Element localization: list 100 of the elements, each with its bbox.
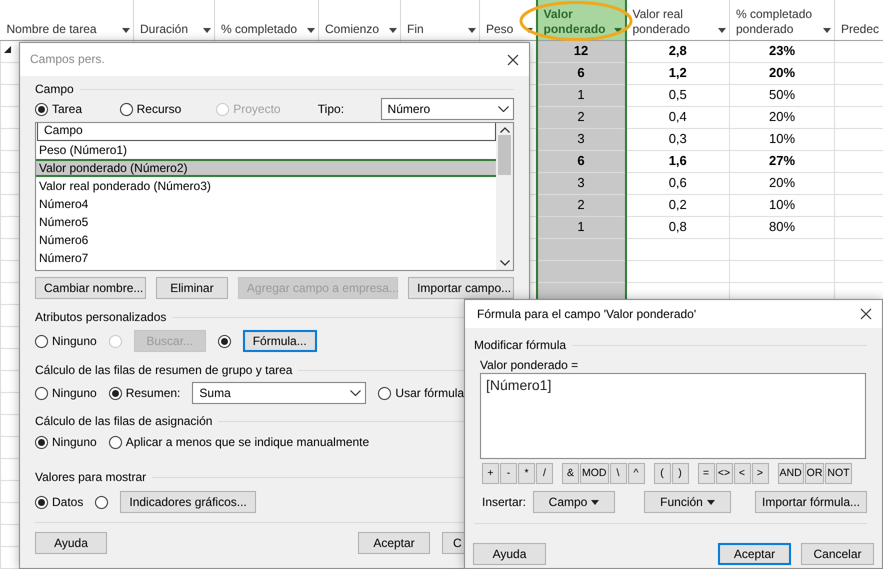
column-header[interactable]: Predec — [834, 0, 883, 40]
radio-button[interactable] — [108, 436, 122, 448]
dialog-button[interactable]: Aceptar — [718, 543, 791, 565]
list-item[interactable]: Peso (Número1) — [36, 141, 496, 159]
operator-button[interactable]: > — [752, 463, 768, 484]
radio-button[interactable] — [35, 334, 48, 348]
field-label: Valor ponderado = — [480, 358, 580, 372]
operator-button[interactable]: <> — [716, 463, 732, 484]
radio-button[interactable] — [378, 386, 392, 400]
list-item[interactable]: Número4 — [36, 195, 496, 213]
dropdown-field[interactable]: Número — [380, 98, 514, 120]
dialog-button[interactable]: Función — [644, 491, 731, 513]
radio-button[interactable] — [95, 496, 108, 508]
radio-button[interactable] — [35, 496, 48, 508]
radio-button[interactable] — [35, 436, 48, 448]
radio-button[interactable] — [218, 334, 231, 348]
operator-button[interactable]: NOT — [825, 463, 852, 484]
radio-label[interactable]: Aplicar a menos que se indique manualmente — [126, 434, 370, 450]
dialog-button[interactable]: Ayuda — [35, 532, 107, 554]
dropdown-arrow-icon[interactable] — [389, 28, 397, 32]
scrollbar[interactable] — [496, 123, 513, 270]
chevron-down-icon[interactable] — [498, 106, 510, 112]
chevron-up-icon[interactable] — [500, 127, 510, 133]
column-header[interactable]: Duración — [134, 0, 214, 40]
table-cell: 20% — [730, 106, 834, 128]
operator-button[interactable]: OR — [804, 463, 824, 484]
operator-button[interactable]: MOD — [580, 463, 608, 484]
list-item[interactable]: Número5 — [36, 213, 496, 231]
operator-button[interactable]: & — [562, 463, 579, 484]
operator-button[interactable]: / — [536, 463, 553, 484]
chevron-down-icon[interactable] — [350, 390, 362, 396]
dropdown-arrow-icon[interactable] — [203, 28, 211, 32]
table-cell: 0,2 — [626, 194, 730, 216]
radio-label[interactable]: Resumen: — [126, 386, 180, 400]
radio-label[interactable]: Tarea — [52, 102, 82, 116]
table-cell: 50% — [730, 84, 834, 106]
column-header-label: Valor real ponderado — [632, 6, 691, 36]
operator-button[interactable]: - — [500, 463, 517, 484]
table-cell: 20% — [730, 62, 834, 84]
table-cell: 0,5 — [626, 84, 730, 106]
column-header[interactable]: % completado — [214, 0, 318, 40]
dropdown-field[interactable]: Suma — [192, 382, 366, 404]
column-header-label: Peso — [486, 22, 514, 36]
operator-button[interactable]: \ — [610, 463, 626, 484]
radio-label[interactable]: Usar fórmula — [395, 386, 464, 400]
dialog-button[interactable]: Cancelar — [801, 543, 874, 565]
dialog-button[interactable]: Ayuda — [473, 543, 546, 565]
section-title: Atributos personalizados — [35, 310, 166, 324]
column-header-label: Valor ponderado — [544, 6, 606, 36]
section-title: Campo — [35, 82, 74, 96]
table-cell: 2 — [536, 194, 626, 216]
radio-button[interactable] — [108, 386, 122, 400]
column-header[interactable]: Valor real ponderado — [626, 0, 730, 40]
operator-button[interactable]: * — [518, 463, 535, 484]
operator-button[interactable]: ^ — [628, 463, 644, 484]
dropdown-arrow-icon[interactable] — [307, 28, 315, 32]
operator-button[interactable]: ) — [672, 463, 688, 484]
radio-button[interactable] — [120, 102, 133, 116]
column-header-label: Predec — [841, 22, 880, 36]
radio-label[interactable]: Datos — [52, 494, 84, 510]
column-header[interactable]: Nombre de tarea — [0, 0, 134, 40]
radio-button[interactable] — [35, 386, 48, 400]
operator-button[interactable]: ( — [654, 463, 670, 484]
column-header[interactable]: Fin — [400, 0, 480, 40]
dialog-button[interactable]: Campo — [533, 491, 615, 513]
list-item[interactable]: Valor ponderado (Número2) — [36, 159, 496, 177]
operator-button[interactable]: = — [698, 463, 714, 484]
close-icon[interactable] — [860, 308, 872, 320]
dialog-button[interactable]: Importar fórmula... — [755, 491, 867, 513]
section-title: Modificar fórmula — [474, 338, 566, 352]
operator-button[interactable]: < — [734, 463, 750, 484]
close-icon[interactable] — [507, 54, 519, 66]
dialog-button[interactable]: Importar campo... — [408, 277, 514, 299]
operator-button[interactable]: AND — [778, 463, 804, 484]
scroll-thumb[interactable] — [498, 135, 511, 175]
radio-label[interactable]: Recurso — [136, 102, 182, 116]
chevron-down-icon[interactable] — [500, 260, 510, 266]
operator-button[interactable]: + — [482, 463, 499, 484]
column-header-label: Nombre de tarea — [6, 22, 98, 36]
list-item[interactable]: Número6 — [36, 231, 496, 249]
dropdown-arrow-icon[interactable] — [823, 28, 831, 32]
column-header[interactable]: % completado ponderado — [730, 0, 834, 40]
dropdown-arrow-icon[interactable] — [468, 28, 476, 32]
formula-field[interactable]: [Número1] — [480, 373, 866, 459]
column-header-label: Duración — [140, 22, 190, 36]
dropdown-arrow-icon[interactable] — [122, 28, 130, 32]
dialog-button[interactable]: Indicadores gráficos... — [120, 491, 256, 513]
column-header[interactable]: Comienzo — [318, 0, 400, 40]
table-cell: 1 — [536, 84, 626, 106]
dialog-button[interactable]: Fórmula... — [242, 330, 317, 352]
collapse-triangle-icon[interactable] — [4, 46, 11, 52]
dialog-button[interactable]: Eliminar — [156, 277, 228, 299]
dialog-button[interactable]: Aceptar — [358, 532, 430, 554]
dropdown-arrow-icon[interactable] — [718, 28, 726, 32]
list-item[interactable]: Valor real ponderado (Número3) — [36, 177, 496, 195]
list-item[interactable]: Número7 — [36, 249, 496, 267]
radio-label[interactable]: Ninguno — [52, 386, 97, 400]
dialog-button[interactable]: Cambiar nombre... — [35, 277, 146, 299]
table-cell: 1,6 — [626, 150, 730, 172]
radio-button[interactable] — [35, 102, 48, 116]
